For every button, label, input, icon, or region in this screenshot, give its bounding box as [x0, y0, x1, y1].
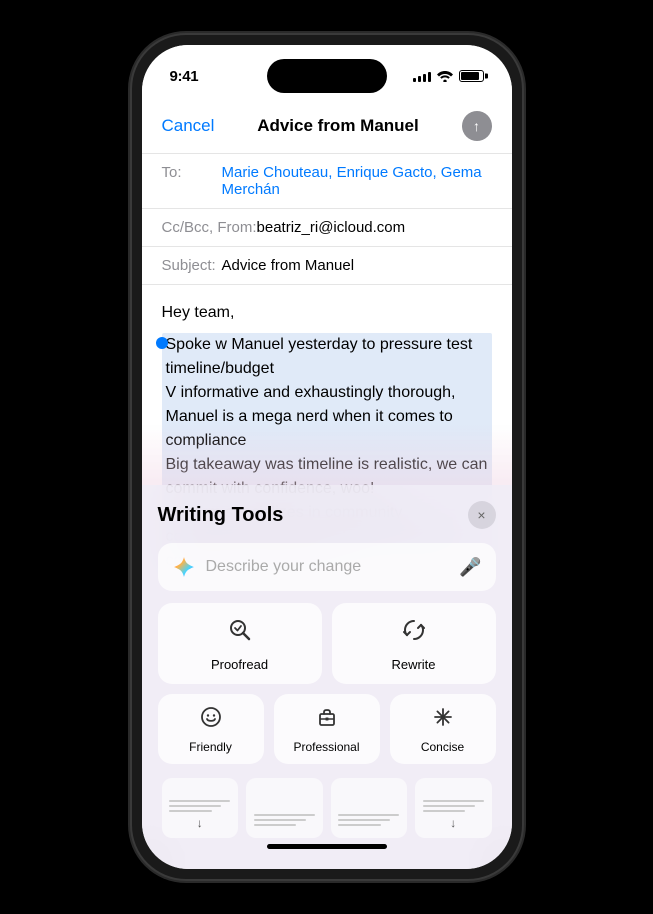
- tool-buttons-row2: Friendly Professional: [158, 694, 496, 764]
- rewrite-label: Rewrite: [391, 657, 435, 672]
- wifi-icon: [437, 70, 453, 82]
- professional-button[interactable]: Professional: [274, 694, 380, 764]
- thumbnail-4[interactable]: ↓: [415, 778, 492, 838]
- mic-icon[interactable]: 🎤: [459, 557, 481, 578]
- concise-button[interactable]: Concise: [390, 694, 496, 764]
- subject-label: Subject:: [162, 257, 222, 274]
- professional-icon: [316, 706, 338, 734]
- send-icon: ↑: [473, 118, 480, 134]
- phone-screen: 9:41 Canc: [142, 45, 512, 869]
- describe-change-input[interactable]: Describe your change 🎤: [158, 543, 496, 591]
- email-greeting: Hey team,: [162, 301, 492, 325]
- writing-tools-panel: Writing Tools ×: [142, 485, 512, 869]
- subject-field-row: Subject: Advice from Manuel: [142, 247, 512, 285]
- proofread-button[interactable]: Proofread: [158, 603, 322, 684]
- signal-icon: [413, 70, 431, 82]
- send-button[interactable]: ↑: [462, 111, 492, 141]
- status-icons: [413, 70, 484, 82]
- cancel-button[interactable]: Cancel: [162, 116, 215, 136]
- concise-label: Concise: [421, 740, 464, 754]
- professional-label: Professional: [293, 740, 359, 754]
- battery-icon: [459, 70, 484, 82]
- to-field-row: To: Marie Chouteau, Enrique Gacto, Gema …: [142, 154, 512, 209]
- dynamic-island: [267, 59, 387, 93]
- thumbnail-3[interactable]: [331, 778, 408, 838]
- cc-label: Cc/Bcc, From:: [162, 219, 257, 236]
- panel-header: Writing Tools ×: [158, 501, 496, 529]
- compose-header: Cancel Advice from Manuel ↑: [142, 95, 512, 154]
- thumbnail-1[interactable]: ↓: [162, 778, 239, 838]
- thumbnail-2[interactable]: [246, 778, 323, 838]
- cc-field-row: Cc/Bcc, From: beatriz_ri@icloud.com: [142, 209, 512, 247]
- describe-change-placeholder: Describe your change: [206, 558, 450, 576]
- thumb-lines-4: [423, 800, 484, 812]
- home-indicator: [267, 844, 387, 849]
- rewrite-icon: [401, 617, 427, 649]
- thumb-lines-3: [338, 814, 399, 826]
- phone-frame: 9:41 Canc: [132, 35, 522, 879]
- close-button[interactable]: ×: [468, 501, 496, 529]
- proofread-icon: [227, 617, 253, 649]
- writing-tools-icon: [172, 555, 196, 579]
- concise-icon: [432, 706, 454, 734]
- to-value[interactable]: Marie Chouteau, Enrique Gacto, Gema Merc…: [222, 164, 492, 198]
- friendly-button[interactable]: Friendly: [158, 694, 264, 764]
- to-label: To:: [162, 164, 222, 181]
- cc-value[interactable]: beatriz_ri@icloud.com: [257, 219, 492, 236]
- compose-title: Advice from Manuel: [257, 116, 419, 136]
- selection-handle: [156, 337, 168, 349]
- thumb-arrow-1: ↓: [197, 816, 203, 830]
- thumb-lines-1: [169, 800, 230, 812]
- thumb-lines-2: [254, 814, 315, 826]
- proofread-label: Proofread: [211, 657, 268, 672]
- subject-value[interactable]: Advice from Manuel: [222, 257, 492, 274]
- status-time: 9:41: [170, 68, 199, 85]
- friendly-icon: [200, 706, 222, 734]
- bottom-thumbnails: ↓: [158, 778, 496, 838]
- phone-wrapper: 9:41 Canc: [0, 0, 653, 914]
- friendly-label: Friendly: [189, 740, 232, 754]
- rewrite-button[interactable]: Rewrite: [332, 603, 496, 684]
- panel-title: Writing Tools: [158, 504, 284, 527]
- thumb-arrow-4: ↓: [450, 816, 456, 830]
- close-icon: ×: [477, 507, 485, 523]
- tool-buttons-row1: Proofread Rewrite: [158, 603, 496, 684]
